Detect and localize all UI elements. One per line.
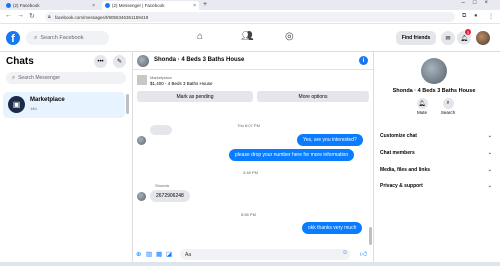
search-label: Search bbox=[440, 110, 456, 115]
url-text: facebook.com/messages/t/9055346361159419 bbox=[55, 14, 149, 20]
tab-label: (2) Facebook bbox=[13, 3, 40, 8]
reload-icon[interactable]: ↻ bbox=[29, 12, 35, 20]
chat-list-item-marketplace[interactable]: ▣ Marketplace 14h bbox=[3, 92, 125, 118]
search-button[interactable]: ⌕ Search bbox=[436, 98, 460, 115]
chat-name: Marketplace bbox=[30, 97, 65, 103]
marketplace-listing-banner: Marketplace $1,400 - 4 Beds 3 Baths Hous… bbox=[133, 71, 373, 106]
url-field[interactable]: 🔒︎ facebook.com/messages/t/9055346361159… bbox=[45, 12, 455, 22]
search-icon: ⌕ bbox=[442, 98, 454, 109]
message-bubble-outgoing: okk thanks very much bbox=[302, 222, 363, 234]
marketplace-icon: ▣ bbox=[8, 96, 25, 113]
conversation-pane: Shonda · 4 Beds 3 Baths House i Marketpl… bbox=[133, 52, 373, 266]
thumbs-up-icon[interactable]: 👍︎ bbox=[360, 249, 367, 258]
message-bubble-outgoing: please drop your number here for more in… bbox=[229, 149, 355, 161]
conversation-info-panel: Shonda · 4 Beds 3 Baths House 🔔︎ Mute ⌕ … bbox=[373, 52, 500, 266]
browser-tab-messenger[interactable]: (2) Messenger | Facebook × bbox=[102, 1, 199, 10]
avatar[interactable] bbox=[421, 58, 447, 84]
more-options-icon[interactable]: ••• bbox=[94, 55, 107, 68]
find-friends-button[interactable]: Find friends bbox=[396, 31, 436, 45]
groups-icon[interactable]: ◎ bbox=[285, 31, 294, 42]
menu-icon[interactable]: ⋮ bbox=[488, 13, 494, 20]
image-icon[interactable]: ▨ bbox=[146, 250, 152, 258]
facebook-search-input[interactable]: ⌕ Search Facebook bbox=[26, 31, 109, 45]
messenger-search-input[interactable]: ⌕ Search Messenger bbox=[6, 72, 126, 84]
home-icon[interactable]: ⌂ bbox=[197, 31, 203, 42]
chats-sidebar: Chats ••• ✎ ⌕ Search Messenger ▣ Marketp… bbox=[0, 52, 133, 266]
avatar bbox=[137, 136, 146, 145]
row-label: Customize chat bbox=[380, 133, 417, 139]
chat-time: 14h bbox=[30, 106, 37, 111]
more-options-button[interactable]: More options bbox=[257, 91, 369, 102]
facebook-header: f ⌕ Search Facebook ⌂ 👥︎ ◎ Find friends … bbox=[0, 24, 500, 52]
media-files-links-row[interactable]: Media, files and links ⌄ bbox=[380, 165, 492, 175]
privacy-support-row[interactable]: Privacy & support ⌄ bbox=[380, 181, 492, 191]
mute-button[interactable]: 🔔︎ Mute bbox=[410, 98, 434, 115]
timestamp: 8:56 PM bbox=[241, 212, 256, 217]
chevron-down-icon: ⌄ bbox=[487, 167, 492, 173]
extensions-icon[interactable]: ⧉ bbox=[462, 13, 466, 20]
plus-icon[interactable]: ⊕ bbox=[136, 250, 141, 258]
avatar[interactable] bbox=[137, 55, 149, 67]
facebook-logo[interactable]: f bbox=[6, 31, 20, 45]
message-bubble-outgoing: Yes, are you interested? bbox=[297, 134, 363, 146]
notification-badge: 3 bbox=[465, 29, 471, 35]
chevron-down-icon: ⌄ bbox=[487, 183, 492, 189]
tab-label: (2) Messenger | Facebook bbox=[112, 3, 165, 8]
facebook-favicon-icon bbox=[6, 3, 11, 8]
avatar bbox=[137, 192, 146, 201]
sender-name: Shonda bbox=[155, 183, 169, 188]
conversation-scrollbar[interactable] bbox=[369, 227, 372, 245]
conversation-title[interactable]: Shonda · 4 Beds 3 Baths House bbox=[154, 57, 244, 63]
os-taskbar bbox=[0, 262, 500, 266]
back-icon[interactable]: ← bbox=[5, 12, 12, 19]
info-icon[interactable]: i bbox=[359, 56, 368, 65]
gif-icon[interactable]: ◪ bbox=[166, 250, 172, 258]
forward-icon[interactable]: → bbox=[17, 12, 24, 19]
message-input[interactable]: Aa bbox=[180, 249, 350, 260]
messenger-icon[interactable]: ✉ bbox=[441, 31, 455, 45]
browser-tab-facebook[interactable]: (2) Facebook × bbox=[3, 1, 98, 10]
window-controls[interactable]: –□× bbox=[462, 0, 496, 6]
row-label: Privacy & support bbox=[380, 183, 423, 189]
listing-label: Marketplace bbox=[150, 75, 172, 80]
emoji-icon[interactable]: ☺ bbox=[342, 250, 348, 256]
row-label: Chat members bbox=[380, 150, 415, 156]
lock-icon: 🔒︎ bbox=[48, 14, 51, 20]
browser-tab-strip: (2) Facebook × (2) Messenger | Facebook … bbox=[0, 0, 500, 10]
bell-icon: 🔔︎ bbox=[416, 98, 428, 109]
message-bubble-partial bbox=[150, 125, 172, 135]
customize-chat-row[interactable]: Customize chat ⌄ bbox=[380, 131, 492, 141]
message-bubble-incoming: 2672906248 bbox=[150, 190, 190, 202]
listing-thumbnail[interactable] bbox=[137, 75, 147, 85]
search-placeholder: Search Messenger bbox=[18, 75, 61, 81]
search-placeholder: Search Facebook bbox=[40, 35, 84, 41]
sticker-icon[interactable]: ▩ bbox=[156, 250, 162, 258]
facebook-favicon-icon bbox=[105, 3, 110, 8]
row-label: Media, files and links bbox=[380, 167, 431, 173]
chevron-down-icon: ⌄ bbox=[487, 133, 492, 139]
listing-price-title[interactable]: $1,400 - 4 Beds 3 Baths House bbox=[150, 81, 213, 86]
address-bar-row: ← → ↻ 🔒︎ facebook.com/messages/t/9055346… bbox=[0, 10, 500, 24]
sidebar-scrollbar[interactable] bbox=[126, 94, 129, 114]
friends-icon[interactable]: 👥︎ bbox=[241, 31, 254, 42]
new-message-icon[interactable]: ✎ bbox=[113, 55, 126, 68]
info-title: Shonda · 4 Beds 3 Baths House bbox=[392, 88, 476, 94]
profile-icon[interactable]: ● bbox=[474, 13, 478, 19]
search-icon: ⌕ bbox=[34, 34, 38, 41]
chat-members-row[interactable]: Chat members ⌄ bbox=[380, 148, 492, 158]
close-tab-icon[interactable]: × bbox=[92, 3, 95, 9]
mark-as-pending-button[interactable]: Mark as pending bbox=[137, 91, 253, 102]
new-tab-button[interactable]: + bbox=[203, 1, 207, 8]
search-icon: ⌕ bbox=[12, 74, 16, 81]
conversation-header: Shonda · 4 Beds 3 Baths House i bbox=[133, 52, 373, 70]
close-tab-icon[interactable]: × bbox=[193, 3, 196, 9]
mute-label: Mute bbox=[416, 110, 427, 115]
chevron-down-icon: ⌄ bbox=[487, 150, 492, 156]
timestamp: 3:48 PM bbox=[243, 170, 258, 175]
chats-title: Chats bbox=[6, 56, 34, 67]
timestamp: Thu 8:07 PM bbox=[237, 123, 260, 128]
avatar[interactable] bbox=[476, 31, 490, 45]
